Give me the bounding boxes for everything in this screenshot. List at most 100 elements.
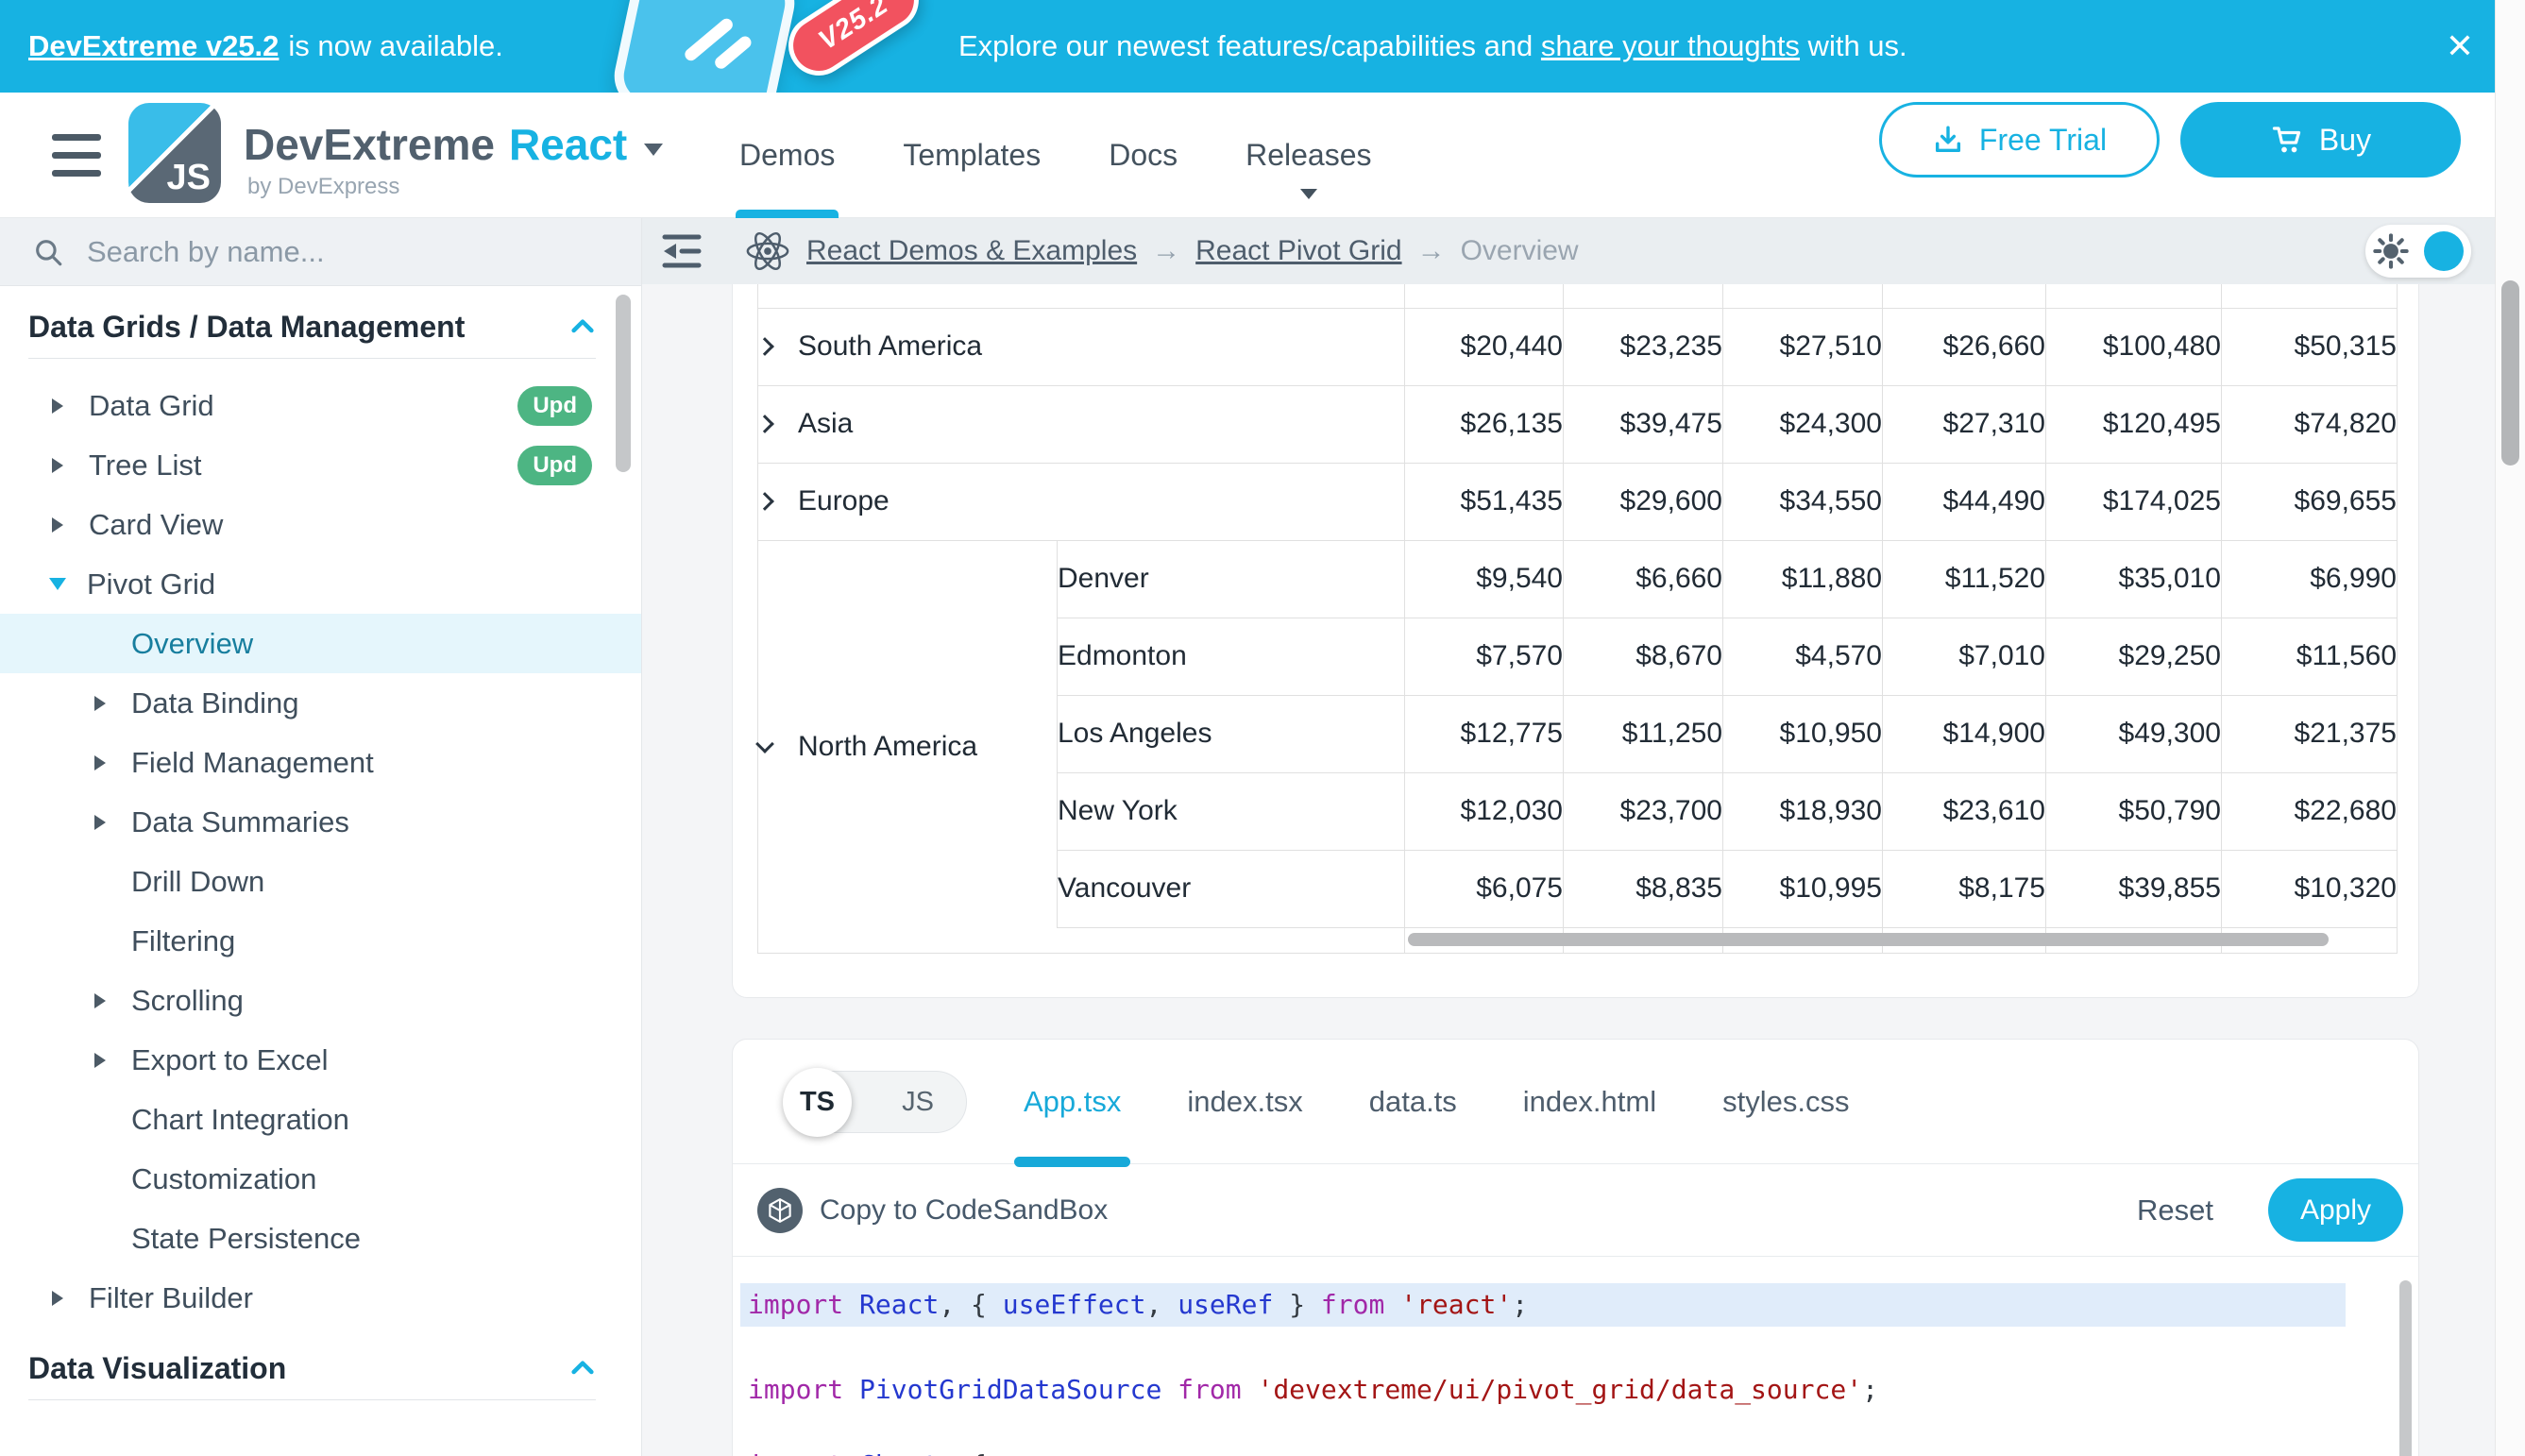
caret-right-icon[interactable] — [94, 696, 106, 711]
pivot-region-north-america[interactable]: North America — [758, 540, 1058, 953]
banner-close-button[interactable]: ✕ — [2434, 21, 2485, 72]
reset-button[interactable]: Reset — [2131, 1193, 2219, 1228]
banner-message-post: with us. — [1800, 29, 1907, 63]
breadcrumb: React Demos & Examples→React Pivot Grid→… — [806, 235, 1579, 267]
banner-announcement-text: is now available. — [288, 29, 502, 63]
breadcrumb-separator: → — [1152, 235, 1180, 267]
caret-right-icon[interactable] — [52, 1291, 63, 1306]
banner-version-link[interactable]: DevExtreme v25.2 — [28, 29, 279, 63]
pivot-cell-asia-4: $120,495 — [2046, 385, 2222, 463]
caret-right-icon[interactable] — [52, 517, 63, 533]
pivot-cell-denver-1: $6,660 — [1564, 540, 1723, 618]
sidebar-section-data-grids-data-management[interactable]: Data Grids / Data Management — [0, 296, 641, 358]
sidebar-item-state-persistence[interactable]: State Persistence — [0, 1209, 641, 1268]
pivot-region-europe[interactable]: Europe — [758, 463, 1405, 540]
pivot-city-edmonton: Edmonton — [1058, 618, 1405, 695]
caret-right-icon[interactable] — [94, 1053, 106, 1068]
language-toggle[interactable]: TS JS — [784, 1071, 967, 1133]
page-scrollbar-thumb[interactable] — [2501, 280, 2519, 466]
sidebar-item-scrolling[interactable]: Scrolling — [0, 971, 641, 1030]
sidebar-item-data-binding[interactable]: Data Binding — [0, 673, 641, 733]
sidebar-item-label: Chart Integration — [131, 1103, 349, 1137]
pivot-cell-edmonton-3: $7,010 — [1883, 618, 2046, 695]
pivot-region-asia[interactable]: Asia — [758, 385, 1405, 463]
theme-toggle[interactable] — [2365, 225, 2471, 278]
sidebar-section-data-visualization[interactable]: Data Visualization — [0, 1337, 641, 1399]
codesandbox-icon[interactable] — [757, 1188, 803, 1233]
caret-right-icon[interactable] — [52, 458, 63, 473]
language-toggle-js[interactable]: JS — [902, 1072, 934, 1134]
tab-app-tsx[interactable]: App.tsx — [1024, 1085, 1121, 1119]
sidebar-item-card-view[interactable]: Card View — [0, 495, 641, 554]
sidebar-item-drill-down[interactable]: Drill Down — [0, 852, 641, 911]
sidebar-section-title: Data Grids / Data Management — [28, 310, 568, 345]
main-nav: Demos Templates Docs Releases — [739, 93, 1372, 218]
code-scrollbar-thumb[interactable] — [2399, 1280, 2412, 1456]
pivot-cell-edmonton-4: $29,250 — [2046, 618, 2222, 695]
banner-announcement: DevExtreme v25.2 is now available. — [28, 0, 503, 93]
horizontal-scrollbar-thumb[interactable] — [1408, 933, 2329, 946]
pivot-row-south-america: South America$20,440$23,235$27,510$26,66… — [758, 308, 2398, 385]
caret-right-icon[interactable] — [94, 993, 106, 1008]
tab-index-html[interactable]: index.html — [1523, 1085, 1656, 1119]
pivot-region-south-america[interactable]: South America — [758, 308, 1405, 385]
sidebar-item-data-grid[interactable]: Data GridUpd — [0, 376, 641, 435]
site-header: JS DevExtreme React by DevExpress DemosT… — [0, 93, 2525, 218]
sidebar-item-data-summaries[interactable]: Data Summaries — [0, 792, 641, 852]
pivot-cell-denver-2: $11,880 — [1723, 540, 1883, 618]
code-line-2: import PivotGridDataSource from 'devextr… — [740, 1368, 2418, 1412]
hamburger-menu-icon[interactable] — [52, 134, 101, 177]
sidebar-item-filter-builder[interactable]: Filter Builder — [0, 1268, 641, 1328]
tab-index-tsx[interactable]: index.tsx — [1187, 1085, 1302, 1119]
sun-icon — [2373, 233, 2409, 269]
breadcrumb-react-demos-examples[interactable]: React Demos & Examples — [806, 235, 1137, 267]
nav-item-demos[interactable]: Demos — [739, 93, 835, 218]
nav-item-releases[interactable]: Releases — [1246, 93, 1371, 218]
pivot-cell-vancouver-3: $8,175 — [1883, 850, 2046, 927]
expand-chevron-icon[interactable] — [755, 492, 774, 511]
sidebar-item-filtering[interactable]: Filtering — [0, 911, 641, 971]
sidebar-item-chart-integration[interactable]: Chart Integration — [0, 1090, 641, 1149]
buy-button[interactable]: Buy — [2180, 102, 2461, 178]
tab-data-ts[interactable]: data.ts — [1369, 1085, 1457, 1119]
sidebar-item-export-to-excel[interactable]: Export to Excel — [0, 1030, 641, 1090]
caret-down-icon[interactable] — [49, 578, 66, 590]
caret-spacer — [90, 643, 106, 645]
sidebar-item-pivot-grid[interactable]: Pivot Grid — [0, 554, 641, 614]
search-input[interactable] — [85, 234, 538, 270]
language-toggle-ts[interactable]: TS — [783, 1068, 852, 1137]
apply-button[interactable]: Apply — [2268, 1178, 2403, 1242]
theme-toggle-knob[interactable] — [2424, 231, 2464, 271]
free-trial-button[interactable]: Free Trial — [1879, 102, 2160, 178]
breadcrumb-react-pivot-grid[interactable]: React Pivot Grid — [1195, 235, 1401, 267]
copy-to-codesandbox-label[interactable]: Copy to CodeSandBox — [820, 1194, 1108, 1227]
pivot-cell-los-angeles-5: $21,375 — [2222, 695, 2398, 772]
nav-item-docs[interactable]: Docs — [1109, 93, 1178, 218]
nav-item-templates[interactable]: Templates — [903, 93, 1041, 218]
page-scrollbar[interactable] — [2495, 0, 2525, 1456]
caret-right-icon[interactable] — [94, 815, 106, 830]
sidebar-scrollbar-thumb[interactable] — [616, 295, 631, 472]
expand-chevron-icon[interactable] — [755, 415, 774, 433]
tab-styles-css[interactable]: styles.css — [1722, 1085, 1849, 1119]
expand-chevron-icon[interactable] — [755, 337, 774, 356]
sidebar-item-label: Drill Down — [131, 865, 264, 899]
pivot-cell-new-york-0: $12,030 — [1405, 772, 1564, 850]
sidebar-item-label: Field Management — [131, 746, 374, 780]
brand-title[interactable]: DevExtreme React — [244, 119, 663, 170]
collapse-chevron-icon[interactable] — [755, 735, 774, 753]
sidebar-item-overview[interactable]: Overview — [0, 614, 641, 673]
share-your-thoughts-link[interactable]: share your thoughts — [1541, 29, 1800, 63]
sidebar-item-tree-list[interactable]: Tree ListUpd — [0, 435, 641, 495]
sidebar-item-customization[interactable]: Customization — [0, 1149, 641, 1209]
caret-right-icon[interactable] — [52, 398, 63, 414]
pivot-cell-europe-1: $29,600 — [1564, 463, 1723, 540]
pivot-grid-demo-card: South America$20,440$23,235$27,510$26,66… — [732, 284, 2419, 998]
pivot-clipped-cell — [1883, 284, 2046, 308]
promo-banner: DevExtreme v25.2 is now available. V25.2… — [0, 0, 2525, 93]
pivot-clipped-cell — [1723, 284, 1883, 308]
collapse-sidebar-icon[interactable] — [659, 230, 704, 272]
pivot-region-label: North America — [798, 731, 977, 762]
caret-right-icon[interactable] — [94, 755, 106, 770]
sidebar-item-field-management[interactable]: Field Management — [0, 733, 641, 792]
